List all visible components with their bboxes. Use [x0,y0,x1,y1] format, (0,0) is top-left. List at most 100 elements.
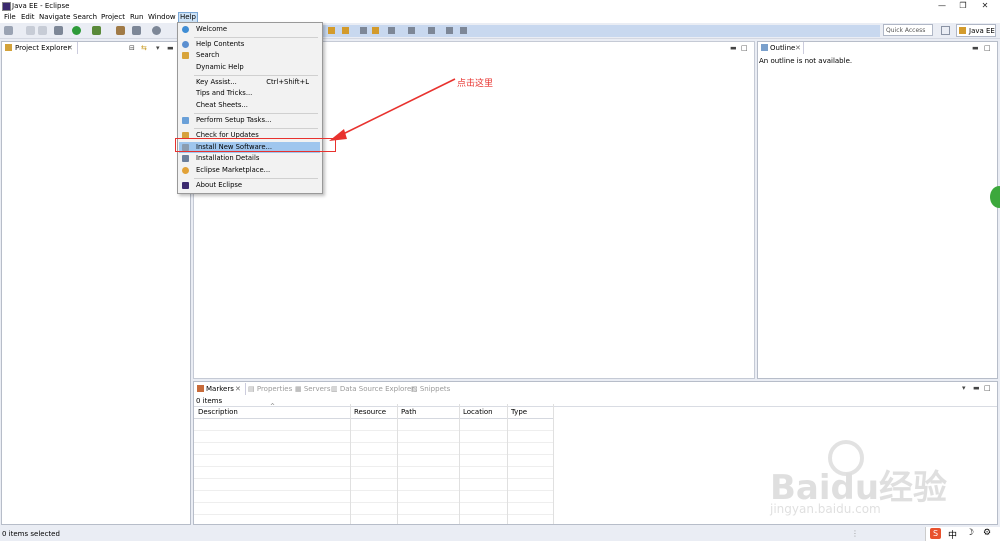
tab-project-explorer[interactable]: Project Explorer ✕ [2,42,78,54]
maximize-editor-icon[interactable]: □ [741,44,748,52]
menu-item-dynamic-help[interactable]: Dynamic Help [179,62,320,73]
maximize-markers-icon[interactable]: □ [984,384,991,392]
forward-icon[interactable] [446,27,453,34]
menu-item-label: Cheat Sheets... [196,101,248,109]
menu-item-label: Perform Setup Tasks... [196,116,272,124]
menu-project[interactable]: Project [100,13,126,22]
restore-button[interactable]: ❐ [956,1,970,11]
toolbar-extension [320,25,880,37]
toggle-ant-icon[interactable] [328,27,335,34]
quick-access-input[interactable]: Quick Access [883,24,933,36]
minimize-outline-icon[interactable]: ▬ [972,44,979,52]
menu-bar: File Edit Navigate Search Project Run Wi… [0,12,1000,23]
close-markers-icon[interactable]: ✕ [235,385,241,393]
menu-item-label: About Eclipse [196,181,243,189]
minimize-markers-icon[interactable]: ▬ [973,384,980,392]
watermark-url: jingyan.baidu.com [770,502,881,516]
show-whitespace-icon[interactable] [360,27,367,34]
tab-markers[interactable]: Markers ✕ [194,383,246,395]
debug-icon[interactable] [54,26,63,35]
back-icon[interactable] [428,27,435,34]
close-tab-icon[interactable]: ✕ [67,44,73,52]
eclipse-app-icon [2,2,11,11]
tab-servers[interactable]: ▦ Servers [295,385,330,393]
menu-item-cheat-sheets[interactable]: Cheat Sheets... [179,100,320,111]
new-server-icon[interactable] [116,26,125,35]
help-menu-dropdown: Welcome Help Contents Search Dynamic Hel… [177,22,323,194]
search-help-icon [182,52,189,59]
outline-title: Outline [770,44,796,52]
previous-annotation-icon[interactable] [408,27,415,34]
setup-tasks-icon [182,117,189,124]
menu-file[interactable]: File [3,13,17,22]
link-editor-icon[interactable]: ⇆ [141,44,147,52]
data-source-icon: ▥ [331,385,338,393]
minimize-button[interactable]: — [935,1,949,11]
help-icon [182,41,189,48]
view-menu-icon[interactable]: ▾ [156,44,160,52]
external-tools-icon[interactable] [92,26,101,35]
collapse-all-icon[interactable]: ⊟ [129,44,135,52]
save-icon[interactable] [26,26,35,35]
run-icon[interactable] [72,26,81,35]
outline-message: An outline is not available. [759,57,853,65]
menu-item-installation-details[interactable]: Installation Details [179,153,320,164]
menu-navigate[interactable]: Navigate [38,13,71,22]
column-path[interactable]: Path [401,406,416,418]
open-perspective-icon[interactable] [941,26,950,35]
tab-outline[interactable]: Outline ✕ [758,42,804,54]
tab-properties[interactable]: ▤ Properties [248,385,292,393]
mark-occurrences-icon[interactable] [342,27,349,34]
servers-icon: ▦ [295,385,302,393]
annotation-highlight-box [175,138,336,152]
snippets-icon: ▧ [411,385,418,393]
menu-item-label: Help Contents [196,40,245,48]
title-bar: Java EE - Eclipse — ❐ ✕ [0,0,1000,12]
folder-icon [5,44,12,51]
settings-icon[interactable]: ⚙ [983,528,991,538]
next-annotation-icon[interactable] [388,27,395,34]
perspective-java-ee-button[interactable]: Java EE [956,24,996,37]
menu-item-tips-and-tricks[interactable]: Tips and Tricks... [179,88,320,99]
menu-window[interactable]: Window [147,13,177,22]
pin-editor-icon[interactable] [372,27,379,34]
close-outline-icon[interactable]: ✕ [795,44,801,52]
menu-item-about-eclipse[interactable]: About Eclipse [179,180,320,191]
minimize-view-icon[interactable]: ▬ [167,44,174,52]
menu-item-label: Welcome [196,25,228,33]
menu-run[interactable]: Run [129,13,144,22]
minimize-editor-icon[interactable]: ▬ [730,44,737,52]
forward-dropdown-icon[interactable] [460,27,467,34]
servers-tab-label: Servers [303,385,331,393]
project-explorer-panel: Project Explorer ✕ ⊟ ⇆ ▾ ▬ [1,41,191,525]
menu-item-key-assist[interactable]: Key Assist... Ctrl+Shift+L [179,77,320,88]
view-menu-markers-icon[interactable]: ▾ [962,384,966,392]
maximize-outline-icon[interactable]: □ [984,44,991,52]
new-icon[interactable] [4,26,13,35]
column-description[interactable]: Description [198,406,238,418]
search-icon[interactable] [152,26,161,35]
tab-data-source-explorer[interactable]: ▥ Data Source Explorer [331,385,414,393]
window-title: Java EE - Eclipse [12,2,70,10]
save-all-icon[interactable] [38,26,47,35]
column-type[interactable]: Type [511,406,527,418]
menu-item-welcome[interactable]: Welcome [179,24,320,35]
properties-icon: ▤ [248,385,255,393]
close-button[interactable]: ✕ [978,1,992,11]
chinese-mode-icon[interactable]: 中 [948,528,957,541]
menu-item-perform-setup-tasks[interactable]: Perform Setup Tasks... [179,115,320,126]
column-resource[interactable]: Resource [354,406,386,418]
open-type-icon[interactable] [132,26,141,35]
java-ee-icon [959,27,966,34]
outline-icon [761,44,768,51]
tab-snippets[interactable]: ▧ Snippets [411,385,450,393]
moon-icon[interactable]: ☽ [966,528,974,538]
menu-search[interactable]: Search [72,13,98,22]
menu-item-eclipse-marketplace[interactable]: Eclipse Marketplace... [179,165,320,176]
menu-edit[interactable]: Edit [20,13,36,22]
menu-item-search[interactable]: Search [179,50,320,61]
sogou-icon[interactable]: S [930,528,941,539]
markers-icon [197,385,204,392]
column-location[interactable]: Location [463,406,493,418]
menu-item-help-contents[interactable]: Help Contents [179,39,320,50]
